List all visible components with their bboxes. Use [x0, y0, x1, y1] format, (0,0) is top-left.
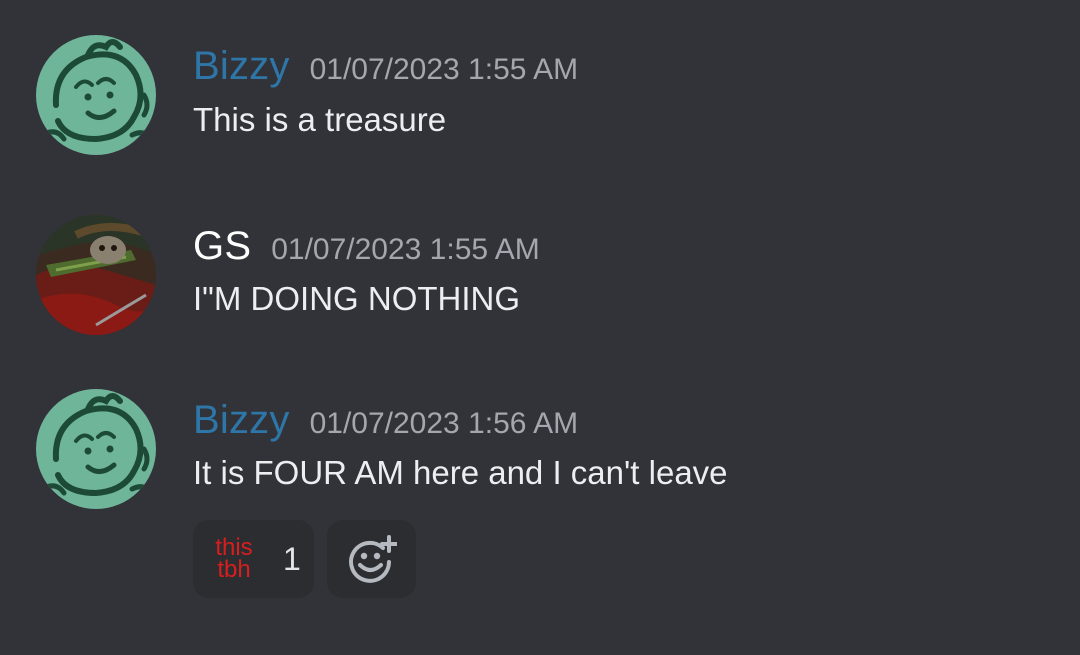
- username[interactable]: GS: [193, 224, 251, 268]
- reactions-bar: this tbh 1: [193, 520, 416, 598]
- avatar-bizzy[interactable]: [36, 35, 156, 155]
- message-text: I"M DOING NOTHING: [193, 280, 521, 317]
- message-header: Bizzy 01/07/2023 1:55 AM: [193, 44, 578, 89]
- this-tbh-emoji-icon: this tbh: [213, 536, 255, 583]
- emoji-text-line2: tbh: [217, 556, 251, 583]
- dark-armored-character-avatar-icon: [36, 215, 156, 335]
- message-header: GS 01/07/2023 1:55 AM: [193, 224, 540, 269]
- reaction-count: 1: [283, 540, 301, 577]
- timestamp: 01/07/2023 1:55 AM: [271, 233, 540, 266]
- username[interactable]: Bizzy: [193, 44, 290, 88]
- avatar-bizzy[interactable]: [36, 389, 156, 509]
- message-text: This is a treasure: [193, 101, 447, 138]
- message-header: Bizzy 01/07/2023 1:56 AM: [193, 398, 578, 443]
- avatar-gs[interactable]: [36, 215, 156, 335]
- timestamp: 01/07/2023 1:55 AM: [309, 53, 579, 86]
- username[interactable]: Bizzy: [193, 398, 290, 442]
- message-text: It is FOUR AM here and I can't leave: [193, 454, 728, 491]
- timestamp: 01/07/2023 1:56 AM: [309, 407, 579, 440]
- reaction-this-tbh[interactable]: this tbh 1: [193, 520, 314, 598]
- add-reaction-button[interactable]: [327, 520, 416, 598]
- add-reaction-smiley-icon: [348, 535, 397, 583]
- green-doodle-girl-avatar-icon: [36, 389, 156, 509]
- green-doodle-girl-avatar-icon: [36, 35, 156, 155]
